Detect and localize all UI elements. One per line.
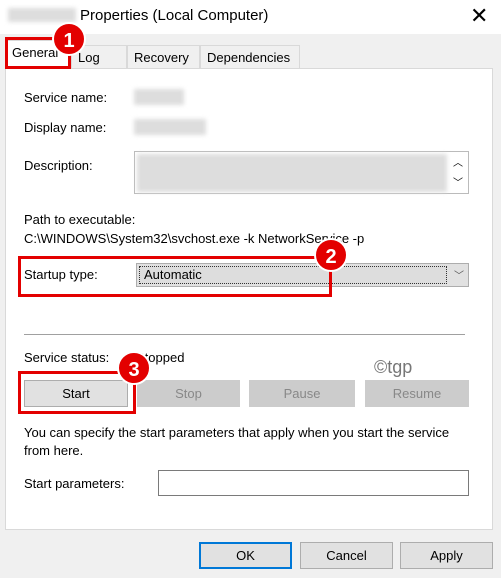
step-badge-2: 2 (314, 238, 348, 272)
cancel-button[interactable]: Cancel (300, 542, 393, 569)
chevron-down-icon: ﹀ (454, 271, 464, 282)
tab-dependencies[interactable]: Dependencies (200, 45, 300, 68)
resume-button: Resume (365, 380, 469, 407)
display-name-value (134, 119, 206, 135)
service-status-label: Service status: (24, 350, 110, 365)
pause-label: Pause (283, 386, 321, 401)
scroll-down-icon[interactable]: ﹀ (453, 174, 463, 189)
service-name-label: Service name: (24, 90, 108, 105)
pause-button: Pause (249, 380, 355, 407)
step-badge-3: 3 (117, 351, 151, 385)
watermark: ©tgp (374, 357, 413, 377)
description-text (137, 154, 447, 192)
highlight-startup-type (18, 256, 332, 297)
ok-button[interactable]: OK (199, 542, 292, 569)
start-params-label: Start parameters: (24, 476, 125, 491)
step-badge-1: 1 (52, 22, 86, 56)
general-panel (5, 68, 493, 530)
resume-label: Resume (392, 386, 442, 401)
scroll-up-icon[interactable]: ︿ (453, 154, 463, 169)
highlight-start-button (18, 371, 136, 414)
blurred-service-name (8, 8, 76, 22)
description-box[interactable]: ︿ ﹀ (134, 151, 469, 194)
window-title: Properties (Local Computer) (80, 7, 269, 24)
description-label: Description: (24, 158, 93, 173)
stop-button: Stop (137, 380, 240, 407)
close-icon[interactable]: ✕ (470, 3, 488, 29)
display-name-label: Display name: (24, 120, 107, 135)
path-label: Path to executable: (24, 212, 136, 227)
stop-label: Stop (175, 386, 202, 401)
start-params-hint: You can specify the start parameters tha… (24, 425, 450, 458)
apply-button[interactable]: Apply (400, 542, 493, 569)
start-params-input[interactable] (158, 470, 469, 496)
path-value: C:\WINDOWS\System32\svchost.exe -k Netwo… (24, 231, 365, 246)
divider (24, 334, 465, 335)
tab-recovery[interactable]: Recovery (127, 45, 200, 68)
service-name-value (134, 89, 184, 105)
